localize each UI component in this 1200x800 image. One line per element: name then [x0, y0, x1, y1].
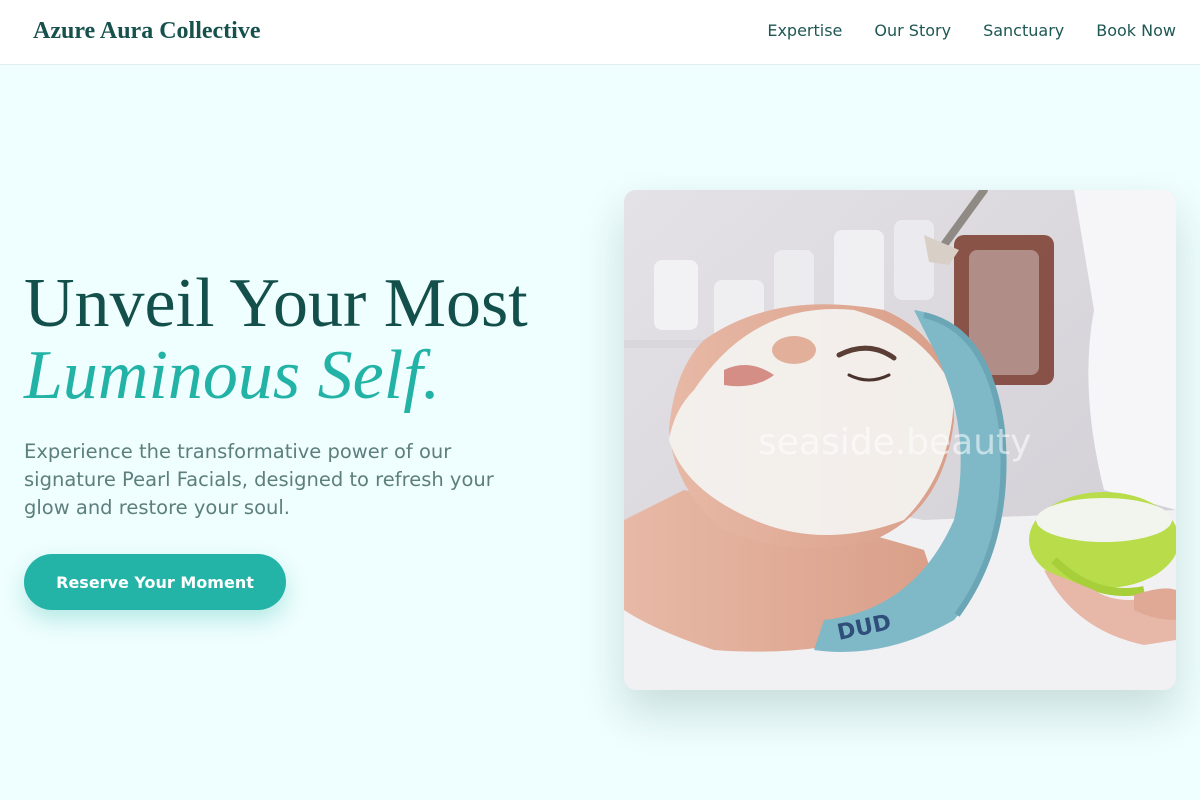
nav-link-sanctuary[interactable]: Sanctuary [983, 21, 1064, 40]
nav-link-our-story[interactable]: Our Story [874, 21, 951, 40]
image-watermark: seaside.beauty [758, 422, 1032, 463]
reserve-button[interactable]: Reserve Your Moment [24, 554, 286, 610]
brand-logo-link[interactable]: Azure Aura Collective [33, 18, 261, 45]
site-header: Azure Aura Collective Expertise Our Stor… [0, 0, 1200, 65]
nav-link-expertise[interactable]: Expertise [767, 21, 842, 40]
hero-title-line1: Unveil Your Most [24, 265, 528, 342]
hero-image-facial-treatment: DUD seaside.beauty [624, 190, 1176, 690]
hero-title-accent: Luminous Self. [24, 337, 441, 414]
nav-link-book-now[interactable]: Book Now [1096, 21, 1176, 40]
hero-title: Unveil Your Most Luminous Self. [24, 268, 528, 412]
main-nav: Expertise Our Story Sanctuary Book Now [767, 21, 1176, 40]
hero-subtitle: Experience the transformative power of o… [24, 440, 494, 519]
